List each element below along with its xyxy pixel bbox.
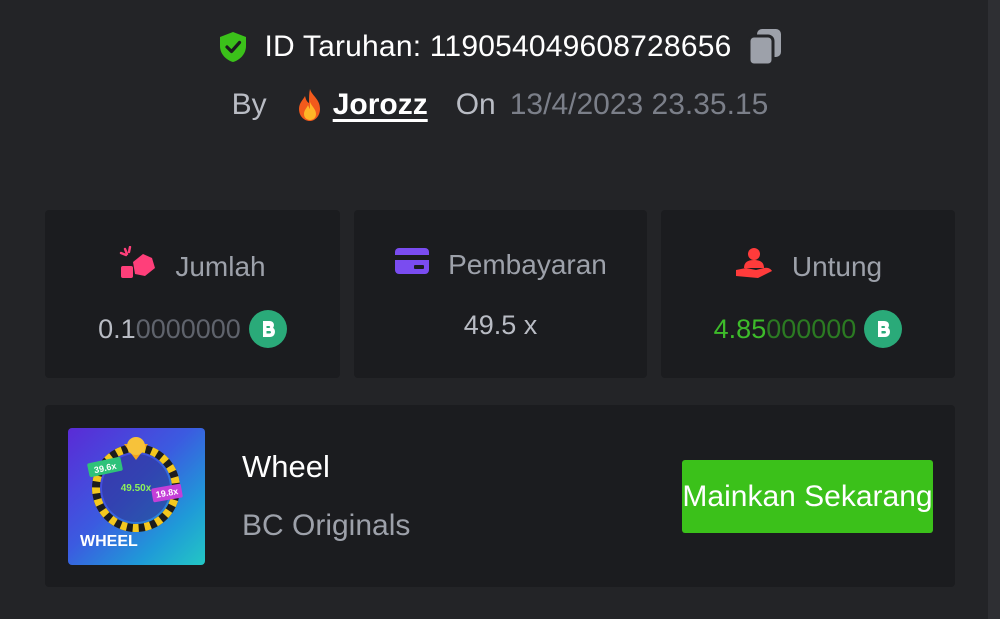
stat-card-payout: Pembayaran 49.5 x [354, 210, 647, 378]
money-hand-icon [119, 245, 157, 287]
bcd-coin-icon [864, 310, 903, 348]
verified-shield-icon [215, 29, 251, 65]
game-title: Wheel [242, 449, 330, 484]
svg-text:WHEEL: WHEEL [80, 533, 138, 550]
copy-icon [747, 29, 782, 67]
card-icon [394, 246, 430, 283]
bet-meta-row: By Jorozz On 13/4/2023 23.35.15 [0, 82, 1000, 128]
bet-id-row: ID Taruhan: 119054049608728656 [0, 24, 1000, 70]
game-provider: BC Originals [242, 509, 411, 542]
by-label: By [231, 88, 267, 121]
user-link[interactable]: Jorozz [295, 88, 428, 122]
profit-label: Untung [791, 250, 883, 282]
bet-id-text: ID Taruhan: 119054049608728656 [264, 30, 732, 63]
amount-value: 0.10000000 [98, 313, 241, 344]
bet-datetime: 13/4/2023 23.35.15 [509, 88, 769, 121]
payout-label: Pembayaran [448, 248, 607, 280]
svg-text:49.50x: 49.50x [121, 483, 152, 494]
fire-icon [295, 88, 325, 122]
bcd-coin-icon [248, 310, 287, 348]
on-label: On [455, 88, 496, 121]
amount-label: Jumlah [175, 250, 266, 282]
play-now-button[interactable]: Mainkan Sekarang [682, 460, 933, 533]
payout-value: 49.5 x [463, 310, 538, 340]
game-thumbnail[interactable]: 39.6x 49.50x 19.8x WHEEL [68, 428, 205, 565]
stat-card-amount: Jumlah 0.10000000 [45, 210, 340, 378]
game-card: 39.6x 49.50x 19.8x WHEEL Wheel BC Origin… [45, 405, 955, 587]
copy-button[interactable] [745, 27, 785, 67]
username: Jorozz [332, 88, 428, 121]
profit-value: 4.85000000 [713, 313, 857, 344]
stat-card-profit: Untung 4.85000000 [661, 210, 955, 378]
profit-hand-icon [734, 246, 774, 287]
